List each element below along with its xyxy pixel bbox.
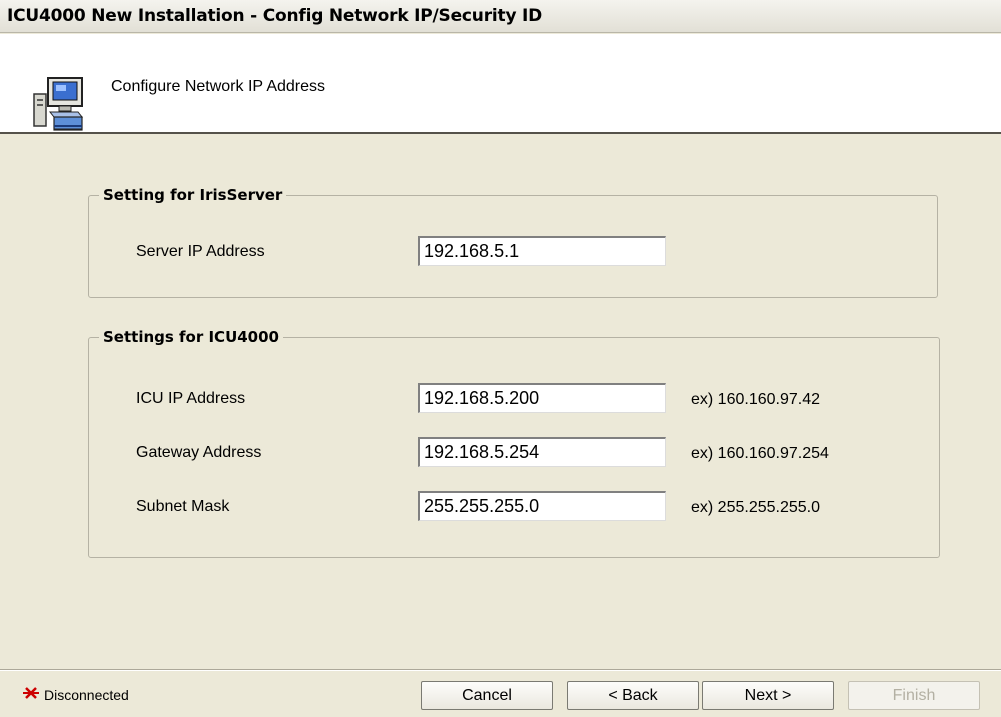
- status-text: Disconnected: [44, 687, 129, 703]
- header-title: Configure Network IP Address: [111, 78, 326, 95]
- gateway-input[interactable]: [418, 437, 666, 467]
- server-ip-label: Server IP Address: [136, 243, 265, 260]
- gateway-label: Gateway Address: [136, 444, 262, 461]
- icu-settings-legend: Settings for ICU4000: [99, 327, 283, 347]
- subnet-example: ex) 255.255.255.0: [691, 499, 820, 516]
- subnet-label: Subnet Mask: [136, 498, 230, 515]
- subnet-input[interactable]: [418, 491, 666, 521]
- wizard-header: Configure Network IP Address: [0, 34, 1001, 134]
- server-settings-legend: Setting for IrisServer: [99, 185, 287, 205]
- next-button[interactable]: Next >: [702, 681, 834, 710]
- icu-ip-input[interactable]: [418, 383, 666, 413]
- footer-separator: [0, 669, 1001, 671]
- disconnected-icon: [23, 687, 39, 699]
- window-title: ICU4000 New Installation - Config Networ…: [0, 0, 1001, 33]
- server-ip-input[interactable]: [418, 236, 666, 266]
- back-button[interactable]: < Back: [567, 681, 699, 710]
- icu-ip-example: ex) 160.160.97.42: [691, 391, 820, 408]
- cancel-button[interactable]: Cancel: [421, 681, 553, 710]
- computer-config-icon: [28, 76, 88, 137]
- finish-button[interactable]: Finish: [848, 681, 980, 710]
- icu-ip-label: ICU IP Address: [136, 390, 246, 407]
- gateway-example: ex) 160.160.97.254: [691, 445, 829, 462]
